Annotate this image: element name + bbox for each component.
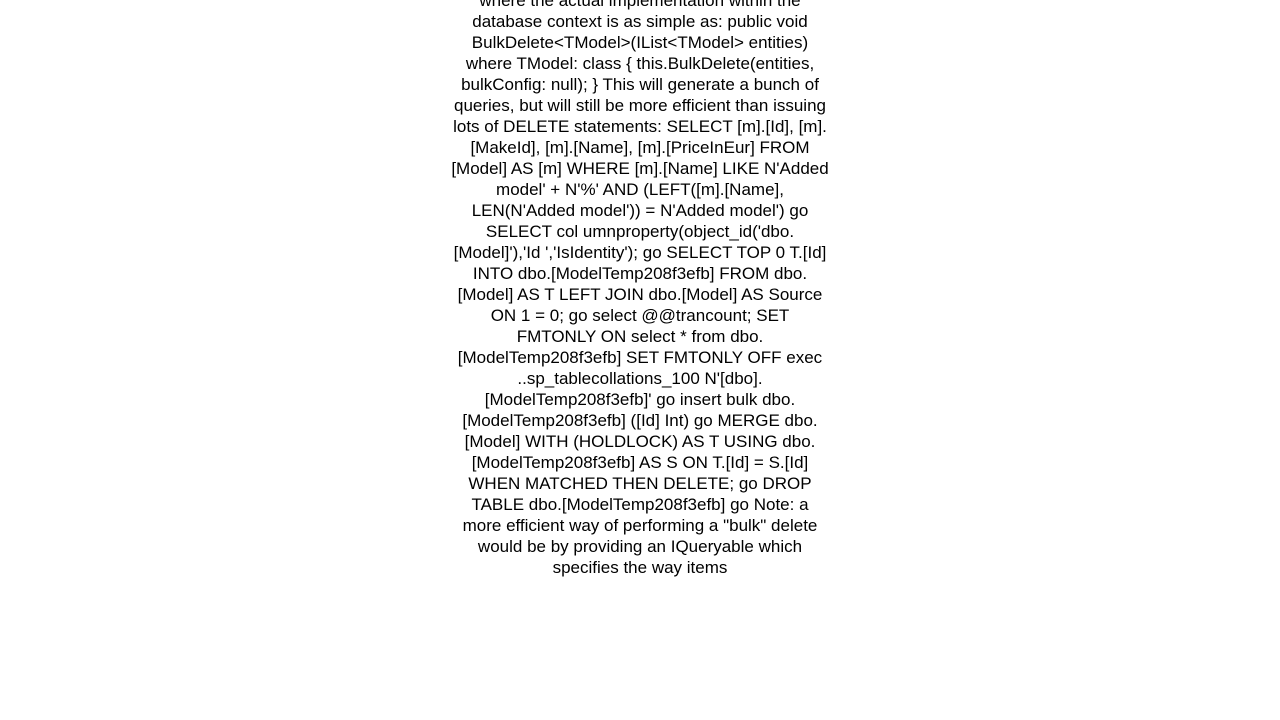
document-body: where the actual implementation within t… [450, 0, 830, 720]
